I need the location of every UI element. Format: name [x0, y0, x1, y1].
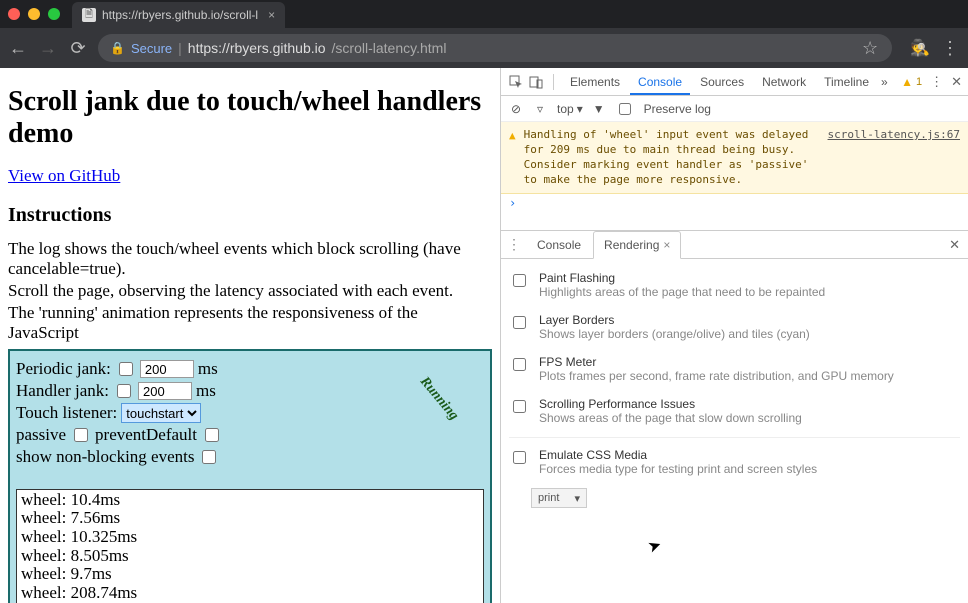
- console-prompt[interactable]: ›: [501, 194, 968, 212]
- tab-favicon-icon: 🗎: [82, 8, 96, 22]
- passive-checkbox[interactable]: [74, 428, 88, 442]
- bookmark-star-icon[interactable]: ☆: [860, 38, 880, 58]
- console-warning-text: Handling of 'wheel' input event was dela…: [524, 128, 820, 187]
- window-close-dot[interactable]: [8, 8, 20, 20]
- instructions-p2: Scroll the page, observing the latency a…: [8, 281, 492, 301]
- emulate-css-media-title: Emulate CSS Media: [539, 448, 647, 462]
- drawer-close-icon[interactable]: ✕: [949, 237, 960, 253]
- instructions-heading: Instructions: [8, 204, 492, 227]
- paint-flashing-checkbox[interactable]: [513, 274, 526, 287]
- warning-triangle-icon: ▲: [509, 129, 516, 187]
- periodic-jank-unit: ms: [198, 359, 218, 379]
- handler-jank-unit: ms: [196, 381, 216, 401]
- paint-flashing-sub: Highlights areas of the page that need t…: [539, 285, 825, 299]
- handler-jank-input[interactable]: [138, 382, 192, 400]
- browser-tab[interactable]: 🗎 https://rbyers.github.io/scroll-l ×: [72, 2, 285, 28]
- passive-label: passive: [16, 425, 66, 445]
- drawer-tab-console[interactable]: Console: [527, 232, 591, 258]
- clear-console-icon[interactable]: ⊘: [509, 102, 523, 116]
- periodic-jank-checkbox[interactable]: [119, 362, 133, 376]
- preserve-log-checkbox[interactable]: [619, 103, 631, 115]
- chevron-down-icon: ▾: [574, 492, 580, 505]
- log-line: wheel: 8.505ms: [21, 547, 479, 566]
- drawer-tab-rendering[interactable]: Rendering ×: [593, 231, 681, 259]
- fps-meter-sub: Plots frames per second, frame rate dist…: [539, 369, 894, 383]
- css-media-select[interactable]: print ▾: [531, 488, 587, 508]
- instructions-p1: The log shows the touch/wheel events whi…: [8, 239, 492, 279]
- lock-icon: 🔒: [110, 41, 125, 55]
- context-label: top: [557, 102, 574, 116]
- log-line: wheel: 208.74ms: [21, 584, 479, 603]
- console-warning-row: ▲ Handling of 'wheel' input event was de…: [501, 122, 968, 194]
- incognito-icon: 🕵: [910, 38, 930, 58]
- filter-icon[interactable]: ▿: [533, 102, 547, 116]
- instructions-p3: The 'running' animation represents the r…: [8, 303, 492, 343]
- devtools-close-icon[interactable]: ✕: [951, 74, 962, 90]
- warnings-badge[interactable]: ▲ 1: [901, 75, 922, 89]
- window-max-dot[interactable]: [48, 8, 60, 20]
- console-warning-source[interactable]: scroll-latency.js:67: [828, 128, 960, 187]
- periodic-jank-input[interactable]: [140, 360, 194, 378]
- page-viewport: Scroll jank due to touch/wheel handlers …: [0, 68, 500, 603]
- log-line: wheel: 10.325ms: [21, 528, 479, 547]
- warning-icon: ▲: [901, 75, 913, 89]
- log-line: wheel: 7.56ms: [21, 509, 479, 528]
- nav-forward-icon: →: [38, 38, 58, 58]
- chevron-down-icon: ▾: [577, 102, 583, 116]
- browser-menu-icon[interactable]: ⋮: [940, 38, 960, 58]
- touch-listener-select[interactable]: touchstart: [121, 403, 201, 423]
- preserve-log-label: Preserve log: [644, 102, 711, 116]
- show-nonblocking-label: show non-blocking events: [16, 447, 194, 467]
- address-bar[interactable]: 🔒 Secure | https://rbyers.github.io/scro…: [98, 34, 892, 62]
- tab-timeline[interactable]: Timeline: [816, 69, 877, 95]
- touch-listener-label: Touch listener:: [16, 403, 117, 423]
- log-line: wheel: 9.7ms: [21, 565, 479, 584]
- preventdefault-checkbox[interactable]: [205, 428, 219, 442]
- drawer-menu-icon[interactable]: ⋮: [507, 236, 521, 253]
- secure-label: Secure: [131, 41, 172, 56]
- scrolling-issues-checkbox[interactable]: [513, 400, 526, 413]
- url-path: /scroll-latency.html: [332, 40, 447, 56]
- handler-jank-label: Handler jank:: [16, 381, 109, 401]
- event-log[interactable]: wheel: 10.4ms wheel: 7.56ms wheel: 10.32…: [16, 489, 484, 603]
- inspect-element-icon[interactable]: [507, 73, 525, 91]
- fps-meter-title: FPS Meter: [539, 355, 596, 369]
- layer-borders-checkbox[interactable]: [513, 316, 526, 329]
- layer-borders-sub: Shows layer borders (orange/olive) and t…: [539, 327, 810, 341]
- scrolling-issues-title: Scrolling Performance Issues: [539, 397, 695, 411]
- devtools-menu-icon[interactable]: ⋮: [930, 74, 943, 90]
- handler-jank-checkbox[interactable]: [117, 384, 131, 398]
- tabs-overflow-icon[interactable]: »: [881, 75, 888, 89]
- window-min-dot[interactable]: [28, 8, 40, 20]
- layer-borders-title: Layer Borders: [539, 313, 614, 327]
- tab-title: https://rbyers.github.io/scroll-l: [102, 8, 258, 22]
- tab-close-icon[interactable]: ×: [268, 8, 275, 22]
- warnings-count: 1: [916, 76, 922, 88]
- preventdefault-label: preventDefault: [95, 425, 197, 445]
- tab-sources[interactable]: Sources: [692, 69, 752, 95]
- level-filter-icon[interactable]: ▼: [593, 102, 605, 116]
- paint-flashing-title: Paint Flashing: [539, 271, 615, 285]
- page-title: Scroll jank due to touch/wheel handlers …: [8, 86, 492, 150]
- context-selector[interactable]: top ▾: [557, 102, 583, 116]
- fps-meter-checkbox[interactable]: [513, 358, 526, 371]
- github-link[interactable]: View on GitHub: [8, 166, 120, 185]
- nav-back-icon[interactable]: ←: [8, 38, 28, 58]
- tab-network[interactable]: Network: [754, 69, 814, 95]
- url-host: https://rbyers.github.io: [188, 40, 326, 56]
- device-toolbar-icon[interactable]: [527, 73, 545, 91]
- emulate-css-media-sub: Forces media type for testing print and …: [539, 462, 817, 476]
- tab-console[interactable]: Console: [630, 69, 690, 95]
- scrolling-issues-sub: Shows areas of the page that slow down s…: [539, 411, 802, 425]
- log-line: wheel: 10.4ms: [21, 491, 479, 510]
- devtools-panel: Elements Console Sources Network Timelin…: [500, 68, 968, 603]
- drawer-tab-close-icon[interactable]: ×: [663, 238, 670, 252]
- show-nonblocking-checkbox[interactable]: [202, 450, 216, 464]
- reload-icon[interactable]: ⟳: [68, 38, 88, 58]
- css-media-value: print: [538, 492, 559, 504]
- tab-elements[interactable]: Elements: [562, 69, 628, 95]
- periodic-jank-label: Periodic jank:: [16, 359, 111, 379]
- demo-panel: Periodic jank: ms Handler jank: ms Touch…: [8, 349, 492, 603]
- emulate-css-media-checkbox[interactable]: [513, 451, 526, 464]
